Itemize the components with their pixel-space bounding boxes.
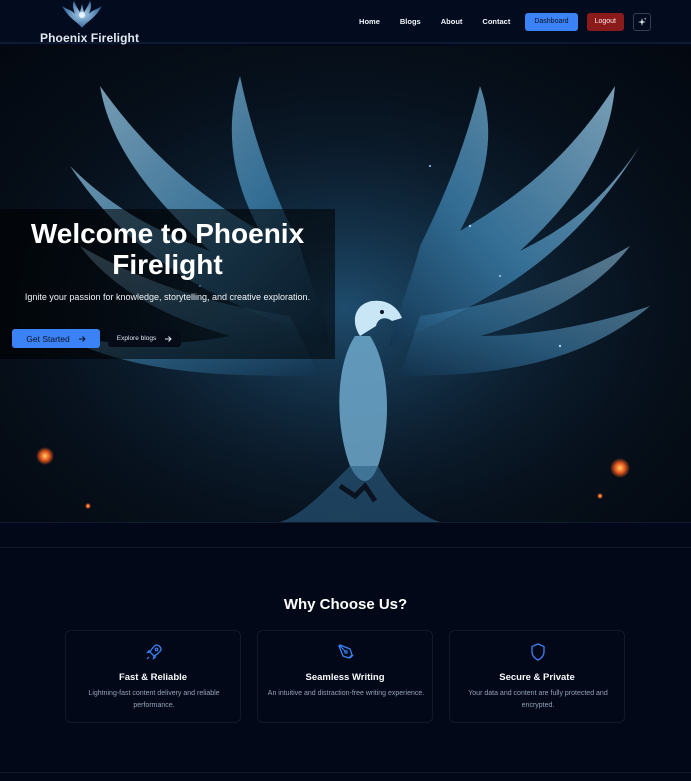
logout-button[interactable]: Logout (586, 13, 624, 31)
footer-divider (0, 772, 691, 773)
sparkle-icon (638, 18, 646, 26)
feature-card-fast: Fast & Reliable Lightning-fast content d… (65, 630, 241, 723)
nav-link-home[interactable]: Home (359, 13, 380, 31)
get-started-button[interactable]: Get Started (12, 329, 100, 348)
navbar: Phoenix Firelight Home Blogs About Conta… (0, 0, 691, 45)
brand-logo[interactable]: Phoenix Firelight (40, 0, 139, 45)
feature-title: Fast & Reliable (118, 672, 188, 683)
dashboard-button[interactable]: Dashboard (525, 13, 578, 31)
feature-card-writing: Seamless Writing An intuitive and distra… (257, 630, 433, 723)
theme-toggle-button[interactable] (633, 13, 651, 31)
feature-description: Lightning-fast content delivery and reli… (88, 690, 220, 709)
explore-blogs-button[interactable]: Explore blogs (108, 330, 181, 347)
hero-section: Welcome to Phoenix Firelight Ignite your… (0, 46, 691, 522)
shield-icon (531, 643, 545, 661)
feature-card-secure: Secure & Private Your data and content a… (449, 630, 625, 723)
nav-link-blogs[interactable]: Blogs (400, 13, 421, 31)
nav-link-contact[interactable]: Contact (482, 13, 510, 31)
feature-title: Seamless Writing (305, 672, 385, 683)
nav-link-about[interactable]: About (441, 13, 463, 31)
pen-nib-icon (338, 644, 354, 659)
feature-title: Secure & Private (499, 672, 575, 683)
arrow-right-icon (78, 335, 86, 342)
divider (0, 547, 691, 548)
features-heading: Why Choose Us? (283, 596, 408, 613)
feature-description: An intuitive and distraction-free writin… (267, 690, 425, 697)
arrow-right-icon (165, 335, 172, 342)
divider (0, 522, 691, 523)
explore-blogs-label: Explore blogs (116, 335, 157, 342)
rocket-icon (146, 644, 162, 660)
hero-title: Welcome to Phoenix Firelight (30, 218, 305, 280)
phoenix-logo-icon (62, 1, 102, 28)
brand-name: Phoenix Firelight (40, 31, 140, 45)
hero-subtitle: Ignite your passion for knowledge, story… (24, 292, 311, 302)
feature-description: Your data and content are fully protecte… (468, 690, 608, 709)
get-started-label: Get Started (26, 333, 70, 344)
